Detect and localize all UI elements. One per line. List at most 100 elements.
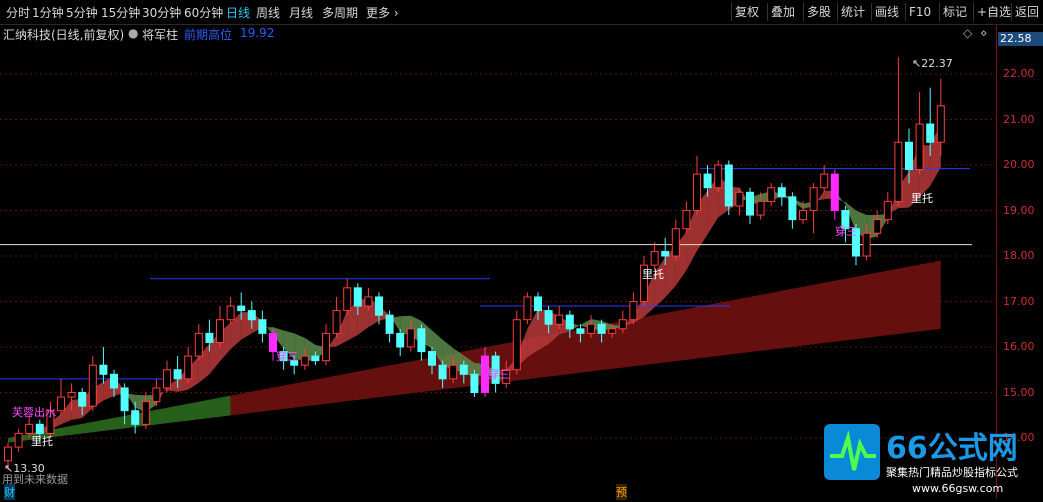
add-watchlist-button[interactable]: +自选 xyxy=(973,3,1014,21)
candle-down xyxy=(459,364,468,375)
candle-up xyxy=(714,164,723,189)
high-price-marker: ↖22.37 xyxy=(912,57,953,70)
candle-up xyxy=(629,301,638,321)
signal-label-lituo-2: 里托 xyxy=(642,268,664,281)
candle-down xyxy=(247,310,256,321)
settings-circle-icon[interactable]: ● xyxy=(128,26,138,40)
period-tab-daily[interactable]: 日线 xyxy=(226,4,250,21)
candle-down xyxy=(385,314,394,334)
candle-up xyxy=(883,200,892,221)
candle-down xyxy=(311,355,320,362)
candle-up xyxy=(88,364,97,407)
candle-up xyxy=(936,105,945,143)
period-tab-60min[interactable]: 60分钟 xyxy=(184,4,223,21)
candle-up xyxy=(141,401,150,425)
back-button[interactable]: 返回 xyxy=(1011,3,1042,21)
period-tab-more[interactable]: 更多 › xyxy=(366,4,399,21)
candle-down xyxy=(353,287,362,307)
diamond-icon[interactable]: ◇ xyxy=(963,26,972,40)
candle-up xyxy=(364,296,373,307)
candle-up xyxy=(693,173,701,212)
watermark-graphic: 66公式网 聚集热门精品炒股指标公式 www.66gsw.com xyxy=(824,424,1018,495)
mark-button[interactable]: 标记 xyxy=(939,3,970,21)
candle-up xyxy=(809,187,818,211)
candle-down xyxy=(788,196,797,221)
period-toolbar: 分时 1分钟 5分钟 15分钟 30分钟 60分钟 日线 周线 月线 多周期 更… xyxy=(0,0,1043,25)
candle-up xyxy=(756,200,765,216)
axis-tick: 17.00 xyxy=(1003,295,1035,308)
period-tab-15min[interactable]: 15分钟 xyxy=(101,4,140,21)
candle-up xyxy=(406,328,415,348)
candle-down xyxy=(746,191,754,216)
candle-down xyxy=(438,364,447,380)
signal-label-furong: 芙蓉出水 xyxy=(12,406,56,419)
period-tab-fenshi[interactable]: 分时 xyxy=(6,4,30,21)
signal-label-chuansan-1: 穿三 xyxy=(276,350,298,363)
candle-up xyxy=(682,210,691,230)
more-label: 更多 xyxy=(366,6,391,20)
expand-icon[interactable]: ⋄ xyxy=(980,26,988,40)
candle-down xyxy=(926,123,935,143)
candle-up xyxy=(873,219,882,234)
period-tab-1min[interactable]: 1分钟 xyxy=(32,4,64,21)
candle-up xyxy=(14,432,23,448)
candle-down xyxy=(830,173,839,212)
candle-down xyxy=(417,328,426,353)
candle-up xyxy=(322,332,330,362)
candle-up xyxy=(194,332,203,357)
candle-up xyxy=(152,387,161,403)
period-tab-monthly[interactable]: 月线 xyxy=(289,4,313,21)
candle-up xyxy=(512,319,521,371)
candle-up xyxy=(343,287,352,312)
indicator-info-bar: 汇纳科技(日线,前复权) ● 将军柱 前期高位 19.92 ◇ ⋄ xyxy=(0,25,995,42)
current-price-tag: 22.58 xyxy=(998,32,1043,46)
candle-down xyxy=(258,319,267,334)
candle-down xyxy=(565,314,574,330)
statistics-button[interactable]: 统计 xyxy=(837,3,868,21)
candle-down xyxy=(173,369,182,380)
candle-up xyxy=(735,191,744,207)
indicator-bands xyxy=(8,124,941,448)
signal-label-lituo-1: 里托 xyxy=(31,435,53,448)
candle-down xyxy=(78,392,87,407)
period-tab-30min[interactable]: 30分钟 xyxy=(142,4,181,21)
multi-stock-button[interactable]: 多股 xyxy=(803,3,834,21)
candle-up xyxy=(4,446,12,462)
period-tab-5min[interactable]: 5分钟 xyxy=(66,4,98,21)
candle-up xyxy=(555,314,564,325)
candle-up xyxy=(671,228,680,257)
draw-line-button[interactable]: 画线 xyxy=(871,3,902,21)
candle-down xyxy=(428,351,436,366)
candle-down xyxy=(544,310,553,325)
signal-label-chuansan-3: 穿三 xyxy=(835,225,857,238)
axis-tick: 21.00 xyxy=(1003,113,1035,126)
candle-up xyxy=(216,319,224,343)
period-tab-multi[interactable]: 多周期 xyxy=(322,4,358,21)
site-watermark: 66公式网 聚集热门精品炒股指标公式 www.66gsw.com xyxy=(822,422,1043,498)
candle-down xyxy=(120,387,129,412)
candle-up xyxy=(67,392,76,398)
watermark-url: www.66gsw.com xyxy=(912,482,1003,495)
candle-down xyxy=(375,296,383,316)
candle-down xyxy=(99,364,108,375)
candle-down xyxy=(237,305,246,312)
candle-up xyxy=(226,305,235,321)
candle-up xyxy=(332,310,341,334)
candle-up xyxy=(587,323,595,334)
fuquan-button[interactable]: 复权 xyxy=(731,3,762,21)
candle-down xyxy=(396,332,405,348)
candle-up xyxy=(608,328,617,334)
axis-tick: 18.00 xyxy=(1003,249,1035,262)
candle-up xyxy=(163,369,171,389)
candle-up xyxy=(57,396,65,412)
period-tab-weekly[interactable]: 周线 xyxy=(256,4,280,21)
watermark-tagline: 聚集热门精品炒股指标公式 xyxy=(886,465,1018,479)
f10-button[interactable]: F10 xyxy=(905,3,934,21)
overlay-button[interactable]: 叠加 xyxy=(767,3,798,21)
high-price-value: 22.37 xyxy=(921,57,953,70)
axis-tick: 15.00 xyxy=(1003,386,1035,399)
candle-up xyxy=(767,187,776,202)
candle-down xyxy=(110,373,118,389)
candle-down xyxy=(724,164,733,207)
signal-label-lituo-3: 里托 xyxy=(911,192,933,205)
